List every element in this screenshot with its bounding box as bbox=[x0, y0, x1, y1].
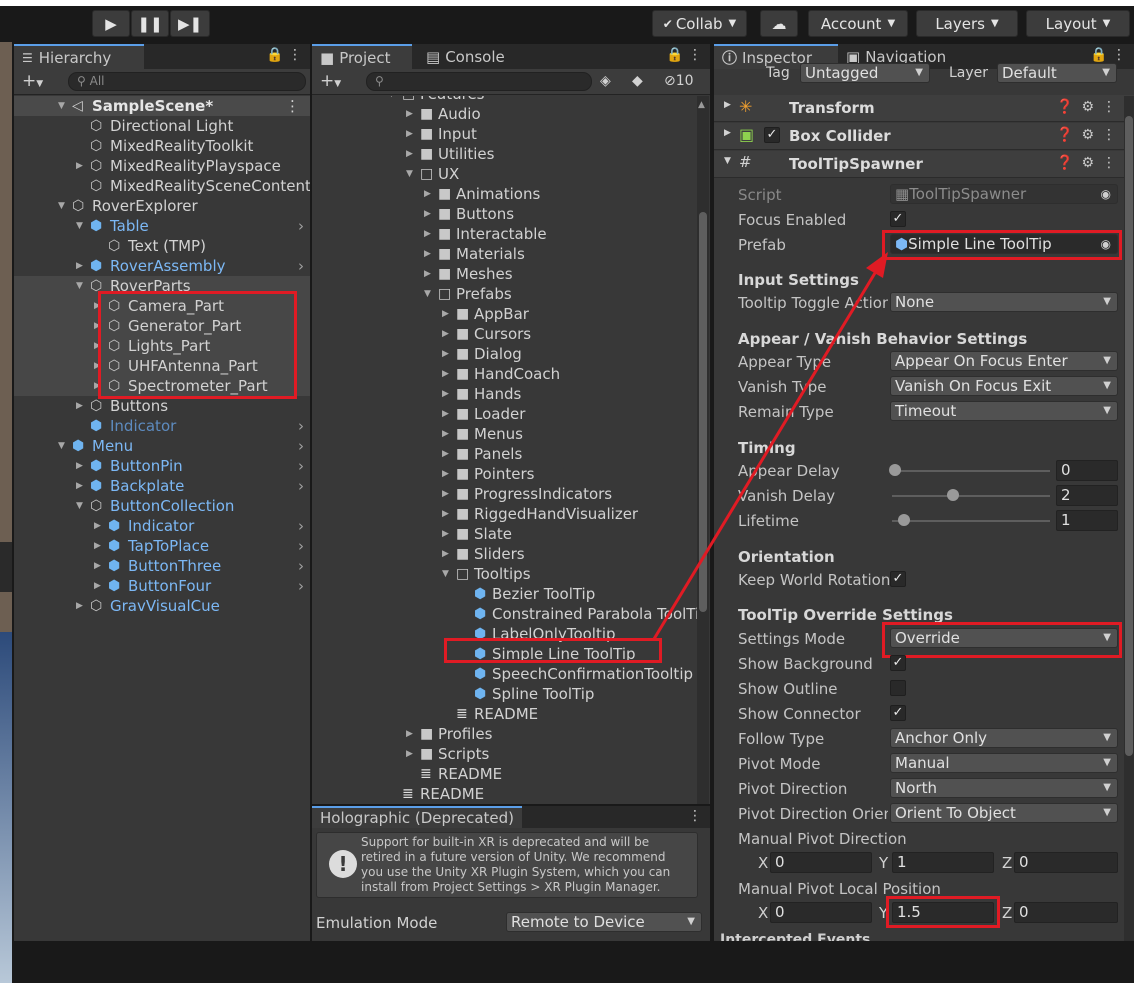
reference-arrow bbox=[652, 252, 888, 640]
arrow-head bbox=[866, 252, 888, 278]
arrow-line bbox=[652, 267, 880, 640]
